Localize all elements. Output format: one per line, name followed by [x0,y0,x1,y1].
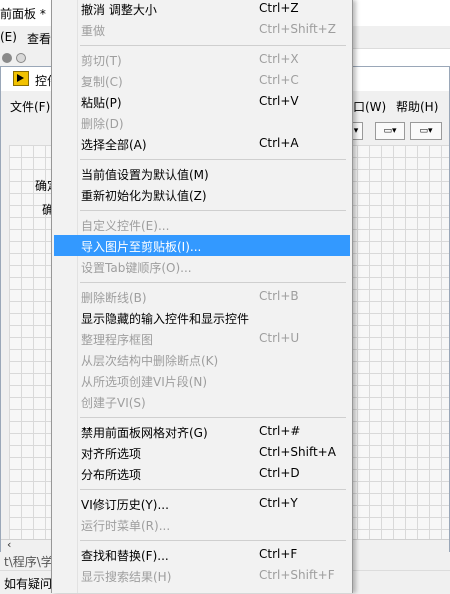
labview-icon [13,71,29,86]
abort-icon[interactable] [16,53,26,63]
menu-item-label: 导入图片至剪贴板(I)... [81,240,202,254]
menu-item-label: 粘贴(P) [81,96,122,110]
scroll-left-icon[interactable]: ‹ [7,538,11,551]
menu-help[interactable]: 帮助(H) [396,98,438,115]
menu-item-shortcut: Ctrl+D [259,466,300,480]
menu-item[interactable]: 当前值设置为默认值(M) [54,163,350,184]
menu-item-shortcut: Ctrl+Shift+F [259,568,335,582]
menu-item[interactable]: 分布所选项 Ctrl+D [54,463,350,484]
menu-item-label: 当前值设置为默认值(M) [81,168,209,182]
menu-item[interactable]: 对齐所选项 Ctrl+Shift+A [54,442,350,463]
menu-item[interactable]: 禁用前面板网格对齐(G) Ctrl+# [54,421,350,442]
menu-item: 重做 Ctrl+Shift+Z [54,19,350,40]
menu-item-shortcut: Ctrl+U [259,331,300,345]
menu-item-label: 重做 [81,24,106,38]
menu-item-label: 自定义控件(E)... [81,219,170,233]
menu-item-label: 删除(D) [81,117,124,131]
menu-item: 运行时菜单(R)... [54,514,350,535]
menu-separator [80,45,346,46]
status-text: 如有疑问 [4,577,53,591]
menu-item-shortcut: Ctrl+Y [259,496,298,510]
menu-separator [80,159,346,160]
menu-separator [80,417,346,418]
menu-item: 自定义控件(E)... [54,214,350,235]
menu-item-shortcut: Ctrl+F [259,547,298,561]
menu-item[interactable]: 选择全部(A) Ctrl+A [54,133,350,154]
menu-item-shortcut: Ctrl+C [259,73,299,87]
menu-item: 复制(C) Ctrl+C [54,70,350,91]
menu-item-label: 整理程序框图 [81,333,154,347]
run-icon[interactable] [2,53,12,63]
menu-separator [80,489,346,490]
menu-window[interactable]: 口(W) [353,98,386,115]
menu-item-shortcut: Ctrl+A [259,136,299,150]
menu-item-shortcut: Ctrl+X [259,52,299,66]
window-title: 前面板 * [0,7,46,21]
menu-item-label: 查找和替换(F)... [81,549,169,563]
menu-item: 设置Tab键顺序(O)... [54,256,350,277]
menu-separator [80,210,346,211]
menu-item[interactable]: 撤消 调整大小 Ctrl+Z [54,0,350,19]
menu-item-label: 创建子VI(S) [81,396,146,410]
panel-left-margin [1,145,9,539]
menu-item-label: 从所选项创建VI片段(N) [81,375,208,389]
menu-item[interactable]: VI修订历史(Y)... Ctrl+Y [54,493,350,514]
menu-item-label: 显示隐藏的输入控件和显示控件 [81,312,250,326]
menu-item[interactable]: 导入图片至剪贴板(I)... [54,235,350,256]
menu-item-label: 分布所选项 [81,468,142,482]
menu-item-shortcut: Ctrl+Shift+Z [259,22,336,36]
menu-item-label: 运行时菜单(R)... [81,519,171,533]
menu-item-label: 设置Tab键顺序(O)... [81,261,192,275]
menu-item: 整理程序框图 Ctrl+U [54,328,350,349]
menu-item-label: 对齐所选项 [81,447,142,461]
menu-item-label: 撤消 调整大小 [81,3,157,17]
menu-separator [80,540,346,541]
menu-edit[interactable]: (E) [0,30,17,44]
distribute-objects-icon[interactable]: ▭▾ [410,122,442,140]
menu-item[interactable]: 粘贴(P) Ctrl+V [54,91,350,112]
menu-item: 从层次结构中删除断点(K) [54,349,350,370]
menu-item[interactable]: 显示隐藏的输入控件和显示控件 [54,307,350,328]
menu-item-label: 从层次结构中删除断点(K) [81,354,219,368]
menu-item[interactable]: 重新初始化为默认值(Z) [54,184,350,205]
menu-item-shortcut: Ctrl+V [259,94,299,108]
menu-separator [80,282,346,283]
menu-item-label: 选择全部(A) [81,138,147,152]
menu-item-label: 禁用前面板网格对齐(G) [81,426,208,440]
menu-item[interactable]: 查找和替换(F)... Ctrl+F [54,544,350,565]
menu-item-label: VI修订历史(Y)... [81,498,169,512]
menu-item-shortcut: Ctrl+B [259,289,299,303]
menu-item: 剪切(T) Ctrl+X [54,49,350,70]
menu-item-label: 删除断线(B) [81,291,147,305]
menu-item-shortcut: Ctrl+Z [259,1,299,15]
menu-item-label: 显示搜索结果(H) [81,570,172,584]
menu-item-shortcut: Ctrl+Shift+A [259,445,336,459]
menu-item-label: 复制(C) [81,75,123,89]
menu-item-label: 剪切(T) [81,54,122,68]
edit-dropdown-menu: 撤消 调整大小 Ctrl+Z 重做 Ctrl+Shift+Z 剪切(T) Ctrl+X 复制… [51,0,353,593]
menu-item: 创建子VI(S) [54,391,350,412]
menu-item: 显示搜索结果(H) Ctrl+Shift+F [54,565,350,586]
menu-file[interactable]: 文件(F) [10,98,50,115]
menu-item-shortcut: Ctrl+# [259,424,301,438]
menu-item: 删除断线(B) Ctrl+B [54,286,350,307]
menu-item: 删除(D) [54,112,350,133]
align-objects-icon[interactable]: ▭▾ [375,122,405,140]
menu-item-label: 重新初始化为默认值(Z) [81,189,207,203]
menu-item: 从所选项创建VI片段(N) [54,370,350,391]
